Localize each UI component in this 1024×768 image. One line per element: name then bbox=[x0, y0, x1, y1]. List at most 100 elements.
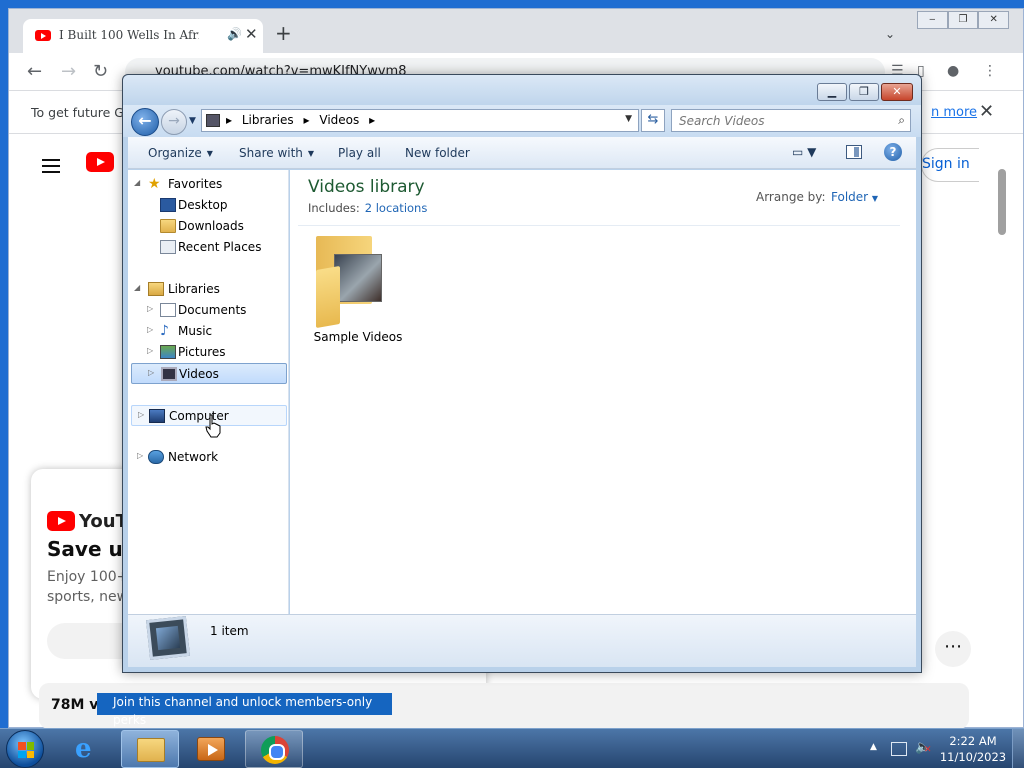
tab-close-icon[interactable]: ✕ bbox=[245, 25, 258, 43]
change-view-icon[interactable]: ▭ ▼ bbox=[792, 145, 816, 159]
nav-label: Music bbox=[178, 324, 213, 338]
page-scrollbar[interactable] bbox=[998, 169, 1006, 235]
volume-muted-icon[interactable]: 🔈 ✕ bbox=[915, 740, 932, 755]
expand-icon[interactable]: ▷ bbox=[147, 346, 153, 355]
nav-pictures[interactable]: ▷ Pictures bbox=[134, 342, 284, 363]
taskbar-windows-explorer[interactable] bbox=[121, 730, 179, 768]
reload-icon[interactable]: ↻ bbox=[93, 61, 108, 82]
nav-music[interactable]: ▷ ♪ Music bbox=[134, 321, 284, 342]
nav-label: Libraries bbox=[168, 282, 220, 296]
close-button[interactable]: ✕ bbox=[881, 83, 913, 101]
chrome-minimize-button[interactable]: ‒ bbox=[917, 11, 948, 29]
expand-icon[interactable]: ▷ bbox=[137, 451, 143, 460]
collapse-icon[interactable]: ◢ bbox=[134, 283, 140, 292]
breadcrumb: ▸ Libraries ▸ Videos ▸ bbox=[226, 113, 381, 127]
search-input[interactable] bbox=[672, 110, 886, 131]
nav-desktop[interactable]: Desktop bbox=[134, 195, 284, 216]
maximize-button[interactable]: ❐ bbox=[849, 83, 879, 101]
music-icon: ♪ bbox=[160, 323, 169, 339]
breadcrumb-separator-icon[interactable]: ▸ bbox=[304, 113, 310, 127]
nav-network[interactable]: ▷ Network bbox=[131, 447, 287, 468]
taskbar-internet-explorer[interactable]: e bbox=[60, 730, 118, 768]
start-button[interactable] bbox=[6, 730, 44, 768]
youtube-sign-in-button[interactable]: Sign in bbox=[921, 148, 979, 182]
collapse-icon[interactable]: ◢ bbox=[134, 178, 140, 187]
clock-date: 11/10/2023 bbox=[939, 750, 1007, 764]
expand-icon[interactable]: ▷ bbox=[147, 304, 153, 313]
nav-libraries[interactable]: ◢ Libraries bbox=[134, 279, 284, 300]
back-button[interactable]: ← bbox=[131, 108, 159, 136]
explorer-address-row: ← → ▼ ▸ Libraries ▸ Videos ▸ ▼ ⇆ ⌕ bbox=[123, 105, 921, 137]
forward-button[interactable]: → bbox=[161, 109, 187, 135]
refresh-icon[interactable]: ⇆ bbox=[641, 109, 665, 132]
nav-documents[interactable]: ▷ Documents bbox=[134, 300, 284, 321]
share-with-button[interactable]: Share with ▼ bbox=[239, 146, 314, 160]
explorer-address-bar[interactable]: ▸ Libraries ▸ Videos ▸ ▼ bbox=[201, 109, 639, 132]
recent-places-icon bbox=[160, 240, 176, 254]
show-desktop-button[interactable] bbox=[1012, 729, 1024, 768]
address-dropdown-icon[interactable]: ▼ bbox=[625, 114, 632, 124]
windows-logo-icon bbox=[18, 742, 34, 758]
new-folder-button[interactable]: New folder bbox=[405, 146, 470, 160]
tab-search-icon[interactable]: ⌄ bbox=[885, 27, 895, 41]
folder-front-icon bbox=[316, 265, 340, 329]
chrome-icon bbox=[261, 736, 289, 764]
nav-videos[interactable]: ▷ Videos bbox=[131, 363, 287, 384]
organize-button[interactable]: Organize ▼ bbox=[148, 146, 213, 160]
locations-link[interactable]: 2 locations bbox=[365, 201, 428, 215]
youtube-logo-icon[interactable] bbox=[86, 152, 114, 172]
breadcrumb-videos[interactable]: Videos bbox=[319, 113, 359, 127]
minimize-button[interactable]: ▁ bbox=[817, 83, 847, 101]
arrange-by-dropdown[interactable]: Folder ▼ bbox=[831, 190, 878, 204]
play-all-button[interactable]: Play all bbox=[338, 146, 381, 160]
breadcrumb-separator-icon[interactable]: ▸ bbox=[369, 113, 375, 127]
network-icon bbox=[148, 450, 164, 464]
expand-icon[interactable]: ▷ bbox=[138, 410, 144, 419]
explorer-window-controls: ▁ ❐ ✕ bbox=[815, 83, 913, 101]
chrome-menu-icon[interactable]: ⋮ bbox=[983, 63, 997, 79]
infobar-learn-more-link[interactable]: n more bbox=[931, 105, 977, 120]
nav-recent-places[interactable]: Recent Places bbox=[134, 237, 284, 258]
library-title: Videos library bbox=[308, 177, 425, 197]
profile-icon[interactable]: ● bbox=[947, 63, 959, 79]
chrome-close-button[interactable]: ✕ bbox=[978, 11, 1010, 29]
chrome-tab[interactable]: I Built 100 Wells In Africa - Y 🔊 ✕ bbox=[23, 19, 263, 53]
nav-label: Desktop bbox=[178, 198, 228, 212]
taskbar-media-player[interactable] bbox=[182, 730, 240, 768]
system-clock[interactable]: 2:22 AM 11/10/2023 bbox=[938, 733, 1008, 765]
back-arrow-icon[interactable]: ← bbox=[27, 61, 42, 82]
nav-label: Recent Places bbox=[178, 240, 262, 254]
tab-title: I Built 100 Wells In Africa - Y bbox=[59, 28, 199, 42]
star-icon: ★ bbox=[148, 176, 161, 192]
nav-label: Pictures bbox=[178, 345, 226, 359]
sign-in-label: Sign in bbox=[922, 156, 970, 172]
new-tab-button[interactable]: + bbox=[275, 23, 292, 43]
network-tray-icon[interactable] bbox=[891, 742, 907, 756]
breadcrumb-separator-icon[interactable]: ▸ bbox=[226, 113, 232, 127]
nav-label: Favorites bbox=[168, 177, 223, 191]
nav-downloads[interactable]: Downloads bbox=[134, 216, 284, 237]
clock-time: 2:22 AM bbox=[949, 734, 997, 748]
tab-audio-icon[interactable]: 🔊 bbox=[227, 27, 242, 41]
nav-favorites[interactable]: ◢ ★ Favorites bbox=[134, 174, 284, 195]
more-actions-icon[interactable]: ⋯ bbox=[935, 631, 971, 667]
youtube-menu-icon[interactable] bbox=[42, 155, 60, 177]
forward-arrow-icon[interactable]: → bbox=[61, 61, 76, 82]
preview-pane-icon[interactable] bbox=[846, 145, 862, 159]
search-box[interactable]: ⌕ bbox=[671, 109, 911, 132]
sample-videos-folder[interactable]: Sample Videos bbox=[308, 230, 408, 350]
expand-icon[interactable]: ▷ bbox=[148, 368, 154, 377]
join-channel-banner[interactable]: Join this channel and unlock members-onl… bbox=[97, 693, 392, 727]
search-icon[interactable]: ⌕ bbox=[898, 113, 905, 128]
infobar-close-icon[interactable]: ✕ bbox=[979, 101, 994, 122]
recent-pages-icon[interactable]: ▼ bbox=[189, 116, 196, 126]
explorer-title-bar[interactable]: ▁ ❐ ✕ bbox=[123, 75, 921, 105]
chrome-maximize-button[interactable]: ❐ bbox=[947, 11, 979, 29]
media-player-icon bbox=[197, 737, 225, 761]
breadcrumb-libraries[interactable]: Libraries bbox=[242, 113, 294, 127]
taskbar-chrome[interactable] bbox=[245, 730, 303, 768]
help-icon[interactable]: ? bbox=[884, 143, 902, 161]
show-hidden-icons-icon[interactable]: ▲ bbox=[870, 742, 877, 752]
computer-icon bbox=[149, 409, 165, 423]
expand-icon[interactable]: ▷ bbox=[147, 325, 153, 334]
